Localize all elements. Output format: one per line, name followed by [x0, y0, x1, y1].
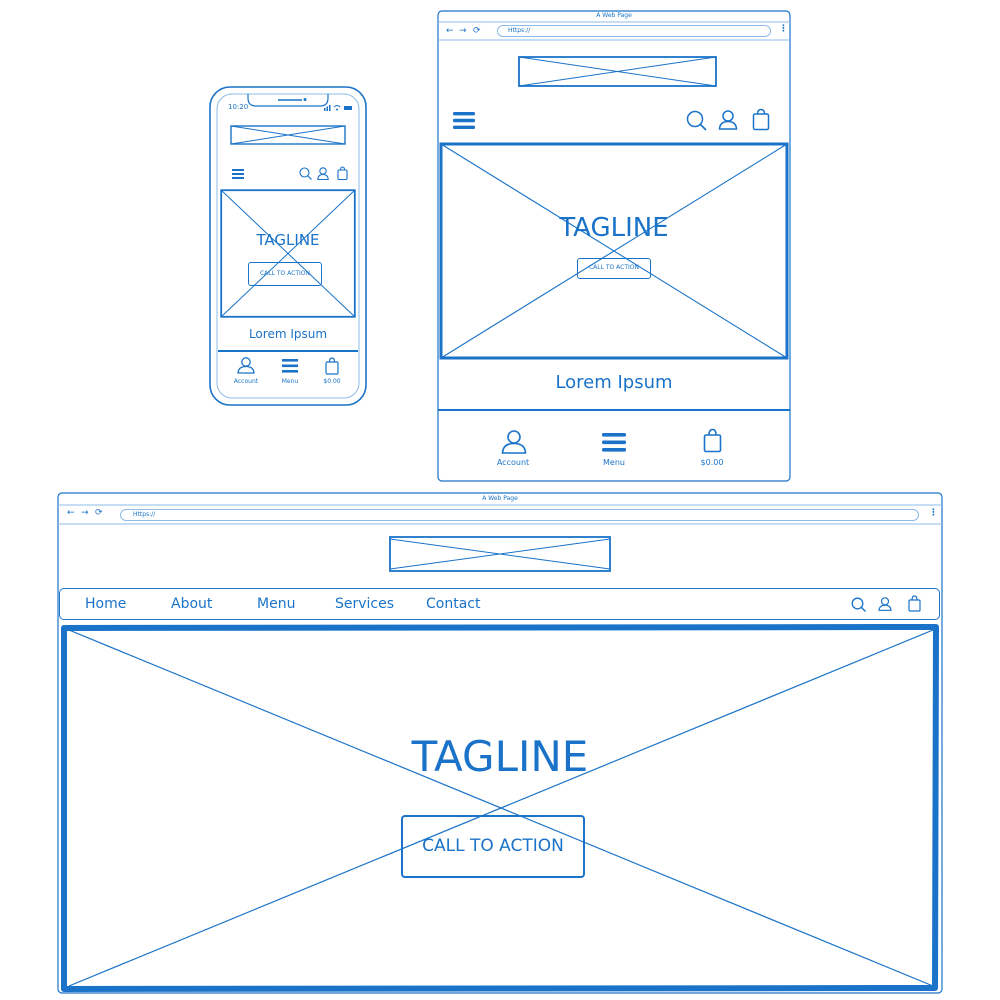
call-to-action-button[interactable]: CALL TO ACTION	[577, 258, 651, 279]
user-icon[interactable]	[317, 167, 329, 180]
tagline: TAGLINE	[559, 213, 669, 243]
divider	[438, 409, 790, 411]
bottom-nav-label: $0.00	[700, 458, 724, 467]
back-arrow-icon[interactable]: ←	[446, 27, 454, 36]
url-text: Https://	[508, 27, 531, 34]
hamburger-menu-icon[interactable]	[453, 112, 475, 129]
hero-image-placeholder	[61, 624, 939, 992]
user-icon	[501, 430, 527, 454]
bottom-nav-account[interactable]: Account	[487, 428, 539, 468]
bottom-nav-cart[interactable]: $0.00	[686, 428, 738, 468]
address-bar[interactable]: Https://	[497, 25, 771, 37]
shopping-bag-icon	[703, 428, 722, 453]
forward-arrow-icon[interactable]: →	[459, 27, 467, 36]
bottom-nav-label: $0.00	[323, 378, 341, 385]
hero-image-placeholder	[439, 142, 789, 360]
user-icon[interactable]	[878, 597, 892, 611]
search-icon[interactable]	[851, 597, 866, 612]
address-bar[interactable]: Https://	[120, 509, 919, 521]
nav-item-about[interactable]: About	[171, 596, 212, 612]
divider	[218, 350, 358, 352]
hero-image-placeholder	[220, 189, 356, 318]
search-icon[interactable]	[299, 167, 312, 180]
nav-item-contact[interactable]: Contact	[426, 596, 480, 612]
search-icon[interactable]	[686, 110, 707, 131]
reload-icon[interactable]: ⟳	[473, 26, 481, 36]
call-to-action-button[interactable]: CALL TO ACTION	[248, 262, 322, 286]
bottom-nav-label: Account	[496, 458, 530, 467]
mobile-wireframe: 10:20 TAGLINE CALL TO ACTION Lorem Ipsum…	[208, 85, 368, 407]
user-icon[interactable]	[718, 110, 738, 130]
shopping-bag-icon[interactable]	[908, 595, 921, 612]
bottom-nav-label: Menu	[603, 458, 625, 467]
content-title: Lorem Ipsum	[555, 372, 673, 393]
forward-arrow-icon[interactable]: →	[81, 509, 89, 518]
desktop-wireframe: A Web Page ← → ⟳ Https:// ⋮ Home About M…	[57, 492, 943, 994]
nav-item-home[interactable]: Home	[85, 596, 126, 612]
tagline: TAGLINE	[256, 231, 320, 249]
signal-battery-icons	[324, 104, 354, 112]
cta-label: CALL TO ACTION	[588, 264, 639, 271]
logo-placeholder	[389, 536, 611, 572]
bottom-nav-label: Account	[233, 378, 259, 385]
reload-icon[interactable]: ⟳	[95, 508, 103, 518]
shopping-bag-icon[interactable]	[752, 108, 770, 131]
back-arrow-icon[interactable]: ←	[67, 509, 75, 518]
cta-label: CALL TO ACTION	[259, 270, 310, 277]
bottom-nav-menu[interactable]: Menu	[270, 357, 310, 389]
window-title: A Web Page	[596, 12, 632, 19]
content-title: Lorem Ipsum	[248, 327, 328, 341]
shopping-bag-icon	[325, 357, 339, 375]
hamburger-menu-icon[interactable]	[232, 169, 244, 179]
tablet-wireframe: A Web Page ← → ⟳ Https:// ⋮ TAGLINE CALL…	[437, 10, 791, 482]
browser-menu-icon[interactable]: ⋮	[779, 25, 788, 34]
nav-item-menu[interactable]: Menu	[257, 596, 295, 612]
bottom-nav-menu[interactable]: Menu	[588, 428, 640, 468]
call-to-action-button[interactable]: CALL TO ACTION	[401, 815, 585, 878]
logo-placeholder	[518, 56, 717, 87]
window-title: A Web Page	[482, 495, 518, 502]
tagline: TAGLINE	[411, 732, 589, 781]
bottom-nav-label: Menu	[281, 378, 299, 385]
hamburger-menu-icon	[282, 359, 298, 373]
status-time: 10:20	[228, 103, 249, 111]
logo-placeholder	[230, 125, 346, 145]
user-icon	[237, 357, 255, 374]
url-text: Https://	[133, 511, 156, 518]
hamburger-menu-icon	[602, 433, 626, 452]
bottom-nav-account[interactable]: Account	[226, 357, 266, 389]
cta-label: CALL TO ACTION	[422, 836, 564, 856]
bottom-nav-cart[interactable]: $0.00	[312, 357, 352, 389]
browser-menu-icon[interactable]: ⋮	[929, 509, 938, 518]
navigation-bar: Home About Menu Services Contact	[59, 588, 940, 620]
shopping-bag-icon[interactable]	[337, 166, 348, 180]
nav-item-services[interactable]: Services	[335, 596, 394, 612]
